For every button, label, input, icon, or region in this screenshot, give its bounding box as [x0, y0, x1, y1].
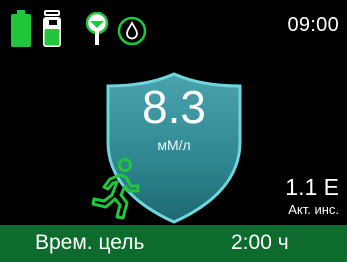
temp-target-banner[interactable]: Врем. цель 2:00 ч [0, 225, 347, 262]
pump-home-screen: 09:00 8.3 мМ/л 1.1 Е Акт. инс. Врем. цел… [0, 0, 347, 262]
clock: 09:00 [287, 14, 339, 36]
active-insulin-value: 1.1 Е [285, 174, 339, 200]
battery-icon [11, 10, 31, 47]
temp-target-duration: 2:00 ч [231, 231, 289, 254]
sensor-icon [85, 12, 109, 45]
drop-icon [117, 16, 147, 46]
glucose-value: 8.3 [142, 81, 206, 133]
temp-target-label: Врем. цель [35, 231, 145, 254]
cartridge-icon [43, 10, 61, 47]
running-person-icon [91, 158, 140, 220]
active-insulin-label: Акт. инс. [288, 202, 339, 217]
status-bar: 09:00 [0, 0, 347, 52]
glucose-unit: мМ/л [157, 137, 191, 153]
